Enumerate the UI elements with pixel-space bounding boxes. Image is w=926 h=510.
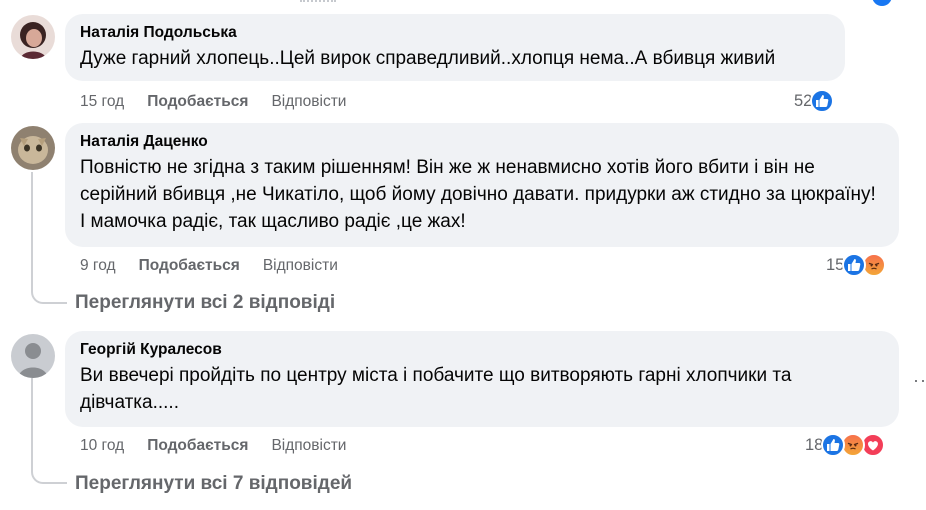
reaction-summary[interactable]: 18 — [805, 433, 886, 457]
comment-time[interactable]: 10 год — [80, 436, 124, 456]
thread-connector — [31, 470, 67, 484]
like-reaction-icon — [810, 89, 835, 113]
comment-text: Ви ввечері пройдіть по центру міста і по… — [80, 365, 792, 413]
view-replies-link[interactable]: Переглянути всі 2 відповіді — [75, 292, 335, 314]
comment-time[interactable]: 15 год — [80, 92, 124, 112]
avatar[interactable] — [11, 126, 55, 170]
reaction-summary[interactable]: 15 — [826, 253, 887, 277]
avatar[interactable] — [11, 15, 55, 59]
like-reaction-icon — [842, 253, 867, 277]
like-button[interactable]: Подобається — [139, 256, 240, 276]
reply-button[interactable]: Відповісти — [271, 92, 346, 112]
reply-button[interactable]: Відповісти — [271, 436, 346, 456]
like-reaction-icon — [821, 433, 846, 457]
more-options-icon[interactable]: ··· — [913, 370, 926, 391]
comment-author[interactable]: Георгій Куралесов — [80, 341, 885, 359]
comment-actions: 10 год Подобається Відповісти — [80, 436, 346, 456]
comment-author[interactable]: Наталія Подольська — [80, 24, 831, 42]
comment-bubble: Наталія Даценко Повністю не згідна з так… — [65, 123, 899, 247]
comment-bubble: Георгій Куралесов Ви ввечері пройдіть по… — [65, 331, 899, 427]
comment-actions: 9 год Подобається Відповісти — [80, 256, 338, 276]
thread-line — [31, 378, 33, 472]
like-button[interactable]: Подобається — [147, 92, 248, 112]
reply-button[interactable]: Відповісти — [263, 256, 338, 276]
comment-text: Дуже гарний хлопець..Цей вирок справедли… — [80, 48, 776, 69]
previous-reaction-icon — [872, 0, 892, 6]
avatar[interactable] — [11, 334, 55, 378]
like-button[interactable]: Подобається — [147, 436, 248, 456]
comment-bubble: Наталія Подольська Дуже гарний хлопець..… — [65, 14, 845, 81]
reaction-summary[interactable]: 52 — [794, 89, 835, 113]
previous-comment-fragment — [300, 0, 336, 2]
thread-line — [31, 172, 33, 292]
comment-time[interactable]: 9 год — [80, 256, 116, 276]
comment-author[interactable]: Наталія Даценко — [80, 133, 885, 151]
view-replies-link[interactable]: Переглянути всі 7 відповідей — [75, 473, 352, 495]
thread-connector — [31, 290, 67, 304]
comment-text: Повністю не згідна з таким рішенням! Він… — [80, 157, 876, 232]
comment-actions: 15 год Подобається Відповісти — [80, 92, 346, 112]
